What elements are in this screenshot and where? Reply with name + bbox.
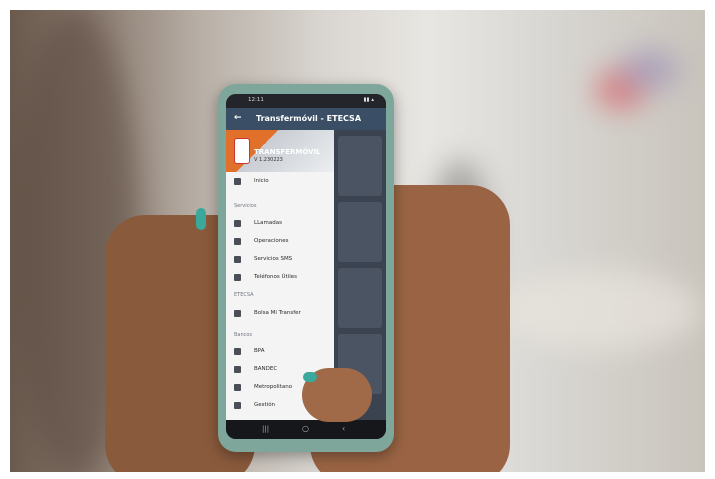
home-button-icon[interactable]: ○ [302, 424, 309, 433]
drawer-version: V 1.230223 [254, 157, 283, 163]
card [338, 268, 382, 328]
back-arrow-icon[interactable]: ← [234, 113, 242, 123]
menu-item-bpa[interactable]: BPA [226, 344, 334, 360]
drawer-header: TRANSFERMÓVIL V 1.230223 [226, 130, 334, 172]
globe-icon [234, 366, 241, 373]
menu-item-llamadas[interactable]: LLamadas [226, 216, 334, 232]
menu-item-sms[interactable]: Servicios SMS [226, 252, 334, 268]
menu-item-bolsa[interactable]: Bolsa Mi Transfer [226, 306, 334, 322]
left-finger-nail [196, 208, 206, 230]
app-bar: ← Transfermóvil - ETECSA [226, 108, 386, 130]
app-logo-icon [234, 138, 250, 164]
user-icon [234, 310, 241, 317]
menu-item-telefonos[interactable]: Teléfonos Útiles [226, 270, 334, 286]
bank-icon [234, 348, 241, 355]
status-bar: 12:11 ▮▮ ▴ [226, 94, 386, 108]
drawer-brand: TRANSFERMÓVIL [254, 148, 321, 156]
menu-item-operaciones[interactable]: Operaciones [226, 234, 334, 250]
status-time: 12:11 [248, 97, 264, 103]
building-icon [234, 384, 241, 391]
phone-icon [234, 220, 241, 227]
home-icon [234, 178, 241, 185]
settings-icon [234, 402, 241, 409]
section-bancos: Bancos [234, 332, 253, 338]
menu-item-inicio[interactable]: Inicio [226, 174, 334, 190]
card [338, 202, 382, 262]
thumb-nail [303, 372, 317, 382]
background-bokeh [620, 50, 680, 90]
system-nav-bar: ||| ○ ‹ [226, 420, 386, 439]
section-etecsa: ETECSA [234, 292, 254, 298]
recents-icon[interactable]: ||| [262, 425, 269, 433]
message-icon [234, 256, 241, 263]
background-bokeh [500, 270, 700, 350]
back-button-icon[interactable]: ‹ [342, 424, 345, 433]
transfer-icon [234, 238, 241, 245]
section-servicios: Servicios [234, 203, 257, 209]
app-title: Transfermóvil - ETECSA [256, 114, 362, 123]
card [338, 136, 382, 196]
info-icon [234, 274, 241, 281]
signal-icon: ▮▮ ▴ [363, 97, 374, 103]
